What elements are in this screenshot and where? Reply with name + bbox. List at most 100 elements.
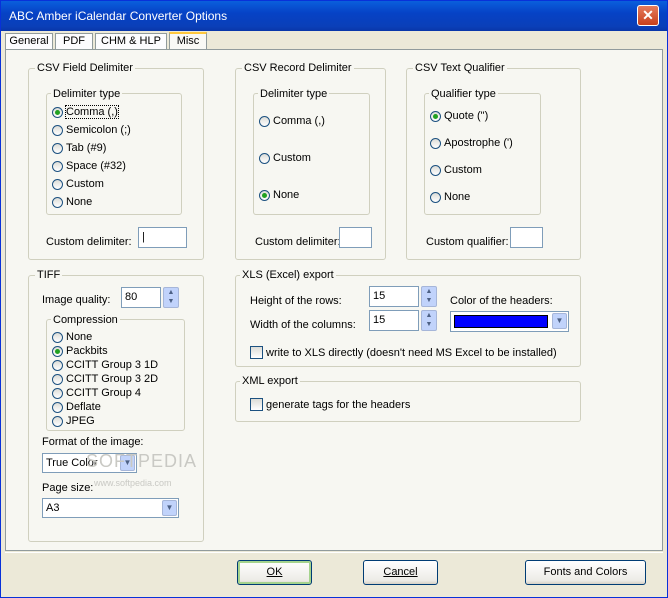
chevron-down-icon[interactable]: ▼ <box>162 500 177 516</box>
compression-radio-packbits[interactable]: Packbits <box>52 344 108 358</box>
radio-label: Quote (") <box>444 110 489 122</box>
radio-label: Comma (,) <box>65 105 119 119</box>
record-radio-none[interactable]: None <box>259 188 299 202</box>
fonts-and-colors-button[interactable]: Fonts and Colors <box>525 560 646 585</box>
custom-record-delimiter-label: Custom delimiter: <box>255 236 341 248</box>
radio-indicator <box>52 373 63 385</box>
qualifier-radio-custom[interactable]: Custom <box>430 163 482 177</box>
qualifier-radio-apostrophe[interactable]: Apostrophe (') <box>430 136 513 150</box>
field-delimiter-type-title: Delimiter type <box>51 88 123 100</box>
close-icon: ✕ <box>642 7 654 23</box>
field-delimiter-type-group: Delimiter type Comma (,) Semicolon (;) T… <box>46 88 182 215</box>
compression-radio-none[interactable]: None <box>52 330 92 344</box>
tab-misc[interactable]: Misc <box>169 32 207 50</box>
csv-text-qualifier-title: CSV Text Qualifier <box>413 62 507 74</box>
write-xls-directly-checkbox[interactable]: write to XLS directly (doesn't need MS E… <box>250 346 557 359</box>
qualifier-type-title: Qualifier type <box>429 88 498 100</box>
field-radio-tab[interactable]: Tab (#9) <box>52 141 106 155</box>
custom-field-delimiter-label: Custom delimiter: <box>46 236 132 248</box>
generate-header-tags-checkbox[interactable]: generate tags for the headers <box>250 398 410 411</box>
spin-up-icon[interactable]: ▲ <box>422 311 436 320</box>
misc-panel: CSV Field Delimiter Delimiter type Comma… <box>5 49 663 551</box>
compression-radio-ccitt-3-1d[interactable]: CCITT Group 3 1D <box>52 358 158 372</box>
header-color-select[interactable]: ▼ <box>450 311 569 332</box>
image-format-label: Format of the image: <box>42 436 144 448</box>
close-button[interactable]: ✕ <box>637 5 659 26</box>
chevron-down-icon[interactable]: ▼ <box>552 313 567 329</box>
csv-field-delimiter-group: CSV Field Delimiter Delimiter type Comma… <box>28 62 204 260</box>
xls-export-group: XLS (Excel) export Height of the rows: 1… <box>235 269 581 367</box>
field-radio-semicolon[interactable]: Semicolon (;) <box>52 123 131 137</box>
radio-indicator <box>430 137 441 149</box>
record-delimiter-type-group: Delimiter type Comma (,) Custom None <box>253 88 370 215</box>
row-height-input[interactable]: 15 <box>369 286 419 307</box>
column-width-input[interactable]: 15 <box>369 310 419 331</box>
radio-indicator <box>52 359 63 371</box>
compression-radio-deflate[interactable]: Deflate <box>52 400 101 414</box>
radio-indicator <box>52 415 63 427</box>
custom-field-delimiter-input[interactable]: | <box>138 227 187 248</box>
field-radio-space[interactable]: Space (#32) <box>52 159 126 173</box>
image-quality-spinner[interactable]: ▲ ▼ <box>163 287 179 308</box>
spin-down-icon[interactable]: ▼ <box>422 296 436 305</box>
page-size-label: Page size: <box>42 482 94 494</box>
column-width-spinner[interactable]: ▲ ▼ <box>421 310 437 331</box>
image-quality-input[interactable]: 80 <box>121 287 161 308</box>
spin-up-icon[interactable]: ▲ <box>422 287 436 296</box>
checkbox-indicator <box>250 346 263 359</box>
watermark-url: www.softpedia.com <box>94 478 172 488</box>
radio-indicator <box>52 345 63 357</box>
row-height-spinner[interactable]: ▲ ▼ <box>421 286 437 307</box>
csv-text-qualifier-group: CSV Text Qualifier Qualifier type Quote … <box>406 62 581 260</box>
field-radio-none[interactable]: None <box>52 195 92 209</box>
write-xls-directly-label: write to XLS directly (doesn't need MS E… <box>266 346 557 359</box>
radio-indicator <box>430 164 441 176</box>
compression-radio-ccitt-3-2d[interactable]: CCITT Group 3 2D <box>52 372 158 386</box>
radio-indicator <box>259 115 270 127</box>
column-width-label: Width of the columns: <box>250 319 356 331</box>
radio-label: Deflate <box>66 401 101 413</box>
xml-export-group: XML export generate tags for the headers <box>235 375 581 422</box>
xls-export-title: XLS (Excel) export <box>240 269 336 281</box>
qualifier-radio-quote[interactable]: Quote (") <box>430 109 488 123</box>
csv-record-delimiter-title: CSV Record Delimiter <box>242 62 354 74</box>
field-radio-comma[interactable]: Comma (,) <box>52 105 119 119</box>
radio-label: CCITT Group 3 2D <box>66 373 159 385</box>
qualifier-radio-none[interactable]: None <box>430 190 470 204</box>
compression-group: Compression None Packbits CCITT Group 3 … <box>46 314 185 431</box>
radio-label: Custom <box>444 164 482 176</box>
field-radio-custom[interactable]: Custom <box>52 177 104 191</box>
radio-indicator <box>52 401 63 413</box>
compression-radio-ccitt-4[interactable]: CCITT Group 4 <box>52 386 141 400</box>
radio-indicator <box>52 331 63 343</box>
radio-indicator <box>430 191 441 203</box>
spin-down-icon[interactable]: ▼ <box>164 297 178 306</box>
radio-indicator <box>52 160 63 172</box>
record-radio-custom[interactable]: Custom <box>259 151 311 165</box>
title-bar[interactable]: ABC Amber iCalendar Converter Options ✕ <box>1 1 667 31</box>
tab-chm-hlp[interactable]: CHM & HLP <box>95 33 167 49</box>
radio-label: CCITT Group 4 <box>66 387 141 399</box>
compression-radio-jpeg[interactable]: JPEG <box>52 414 95 428</box>
cancel-button[interactable]: Cancel <box>363 560 438 585</box>
radio-indicator <box>52 124 63 136</box>
header-color-swatch <box>454 315 548 328</box>
custom-qualifier-input[interactable] <box>510 227 543 248</box>
tab-pdf[interactable]: PDF <box>55 33 93 49</box>
record-delimiter-type-title: Delimiter type <box>258 88 330 100</box>
spin-up-icon[interactable]: ▲ <box>164 288 178 297</box>
record-radio-comma[interactable]: Comma (,) <box>259 114 325 128</box>
image-quality-label: Image quality: <box>42 294 111 306</box>
spin-down-icon[interactable]: ▼ <box>422 320 436 329</box>
radio-indicator <box>52 142 63 154</box>
page-size-select[interactable]: A3 ▼ <box>42 498 179 518</box>
radio-label: None <box>66 196 93 208</box>
ok-button[interactable]: OK <box>237 560 312 585</box>
tab-general[interactable]: General <box>5 33 53 49</box>
custom-record-delimiter-input[interactable] <box>339 227 372 248</box>
radio-label: Packbits <box>66 345 108 357</box>
tiff-group: TIFF Image quality: 80 ▲ ▼ Compression No… <box>28 269 204 542</box>
radio-label: None <box>66 331 93 343</box>
radio-indicator <box>430 110 441 122</box>
generate-header-tags-label: generate tags for the headers <box>266 398 411 411</box>
